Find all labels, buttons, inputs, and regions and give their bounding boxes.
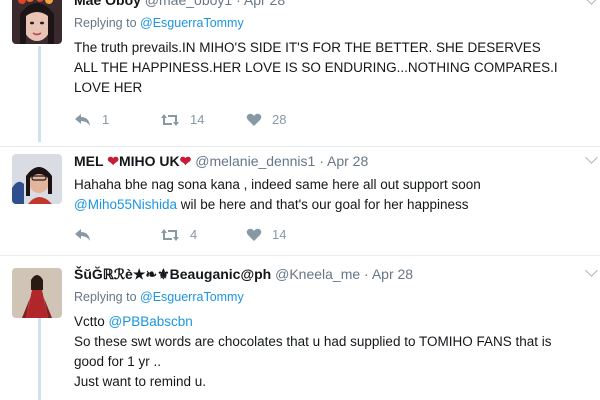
tweet-3[interactable]: ŠŭĞℝℛè★❧⚜Beauganic@ph @Kneela_me · Apr 2…: [0, 256, 600, 400]
tweet-header: Mae Oboy @mae_oboy1 · Apr 28: [74, 0, 285, 8]
tweet-date[interactable]: Apr 28: [244, 0, 285, 8]
retweet-icon: [161, 113, 179, 126]
tweet-actions: 4 14: [74, 227, 332, 242]
reply-button[interactable]: [74, 228, 160, 242]
tweet-actions: 1 14 28: [74, 112, 332, 127]
reply-count: 1: [102, 112, 110, 127]
reply-button[interactable]: 1: [74, 112, 160, 127]
heart-emoji-icon: ❤: [179, 153, 192, 169]
user-handle[interactable]: @Kneela_me: [275, 266, 360, 282]
retweet-button[interactable]: 4: [160, 227, 246, 242]
tweet-text: Hahaha bhe nag sona kana , indeed same h…: [74, 177, 481, 212]
avatar[interactable]: [12, 268, 62, 318]
chevron-down-icon[interactable]: [585, 0, 598, 5]
tweet-1[interactable]: Mae Oboy @mae_oboy1 · Apr 28 Replying to…: [0, 0, 600, 147]
tweet-2[interactable]: MEL ❤MIHO UK❤ @melanie_dennis1 · Apr 28 …: [0, 147, 600, 255]
avatar[interactable]: [12, 0, 62, 44]
tweet-text: Vctto @PBBabscbn So these swt words are …: [74, 314, 552, 389]
retweet-count: 4: [190, 227, 198, 242]
display-name[interactable]: Mae Oboy: [74, 0, 141, 8]
like-icon: [246, 113, 262, 126]
mention-link[interactable]: @Miho55Nishida: [74, 197, 177, 212]
replying-to: Replying to @EsguerraTommy: [74, 290, 244, 304]
mention-link[interactable]: @PBBabscbn: [109, 314, 193, 329]
reply-icon: [75, 113, 90, 126]
like-button[interactable]: 14: [246, 227, 332, 242]
reply-icon: [75, 228, 90, 241]
display-name[interactable]: ŠŭĞℝℛè★❧⚜Beauganic@ph: [74, 266, 271, 282]
retweet-count: 14: [190, 112, 205, 127]
chevron-down-icon[interactable]: [585, 151, 598, 164]
replying-to-link[interactable]: @EsguerraTommy: [140, 290, 244, 304]
tweet-header: ŠŭĞℝℛè★❧⚜Beauganic@ph @Kneela_me · Apr 2…: [74, 266, 414, 282]
display-name[interactable]: MEL ❤MIHO UK❤: [74, 153, 195, 169]
like-icon: [246, 228, 262, 241]
avatar[interactable]: [12, 154, 62, 204]
tweet-date[interactable]: Apr 28: [327, 153, 368, 169]
user-handle[interactable]: @melanie_dennis1: [195, 153, 315, 169]
replying-to-link[interactable]: @EsguerraTommy: [140, 16, 244, 30]
tweet-date[interactable]: Apr 28: [372, 266, 413, 282]
tweet-text: The truth prevails.IN MIHO'S SIDE IT'S F…: [74, 40, 558, 95]
like-count: 14: [272, 227, 287, 242]
tweet-header: MEL ❤MIHO UK❤ @melanie_dennis1 · Apr 28: [74, 153, 369, 169]
replying-to: Replying to @EsguerraTommy: [74, 16, 244, 30]
heart-emoji-icon: ❤: [107, 153, 119, 169]
like-button[interactable]: 28: [246, 112, 332, 127]
like-count: 28: [272, 112, 287, 127]
retweet-button[interactable]: 14: [160, 112, 246, 127]
retweet-icon: [161, 228, 179, 241]
chevron-down-icon[interactable]: [585, 264, 598, 277]
user-handle[interactable]: @mae_oboy1: [145, 0, 232, 8]
